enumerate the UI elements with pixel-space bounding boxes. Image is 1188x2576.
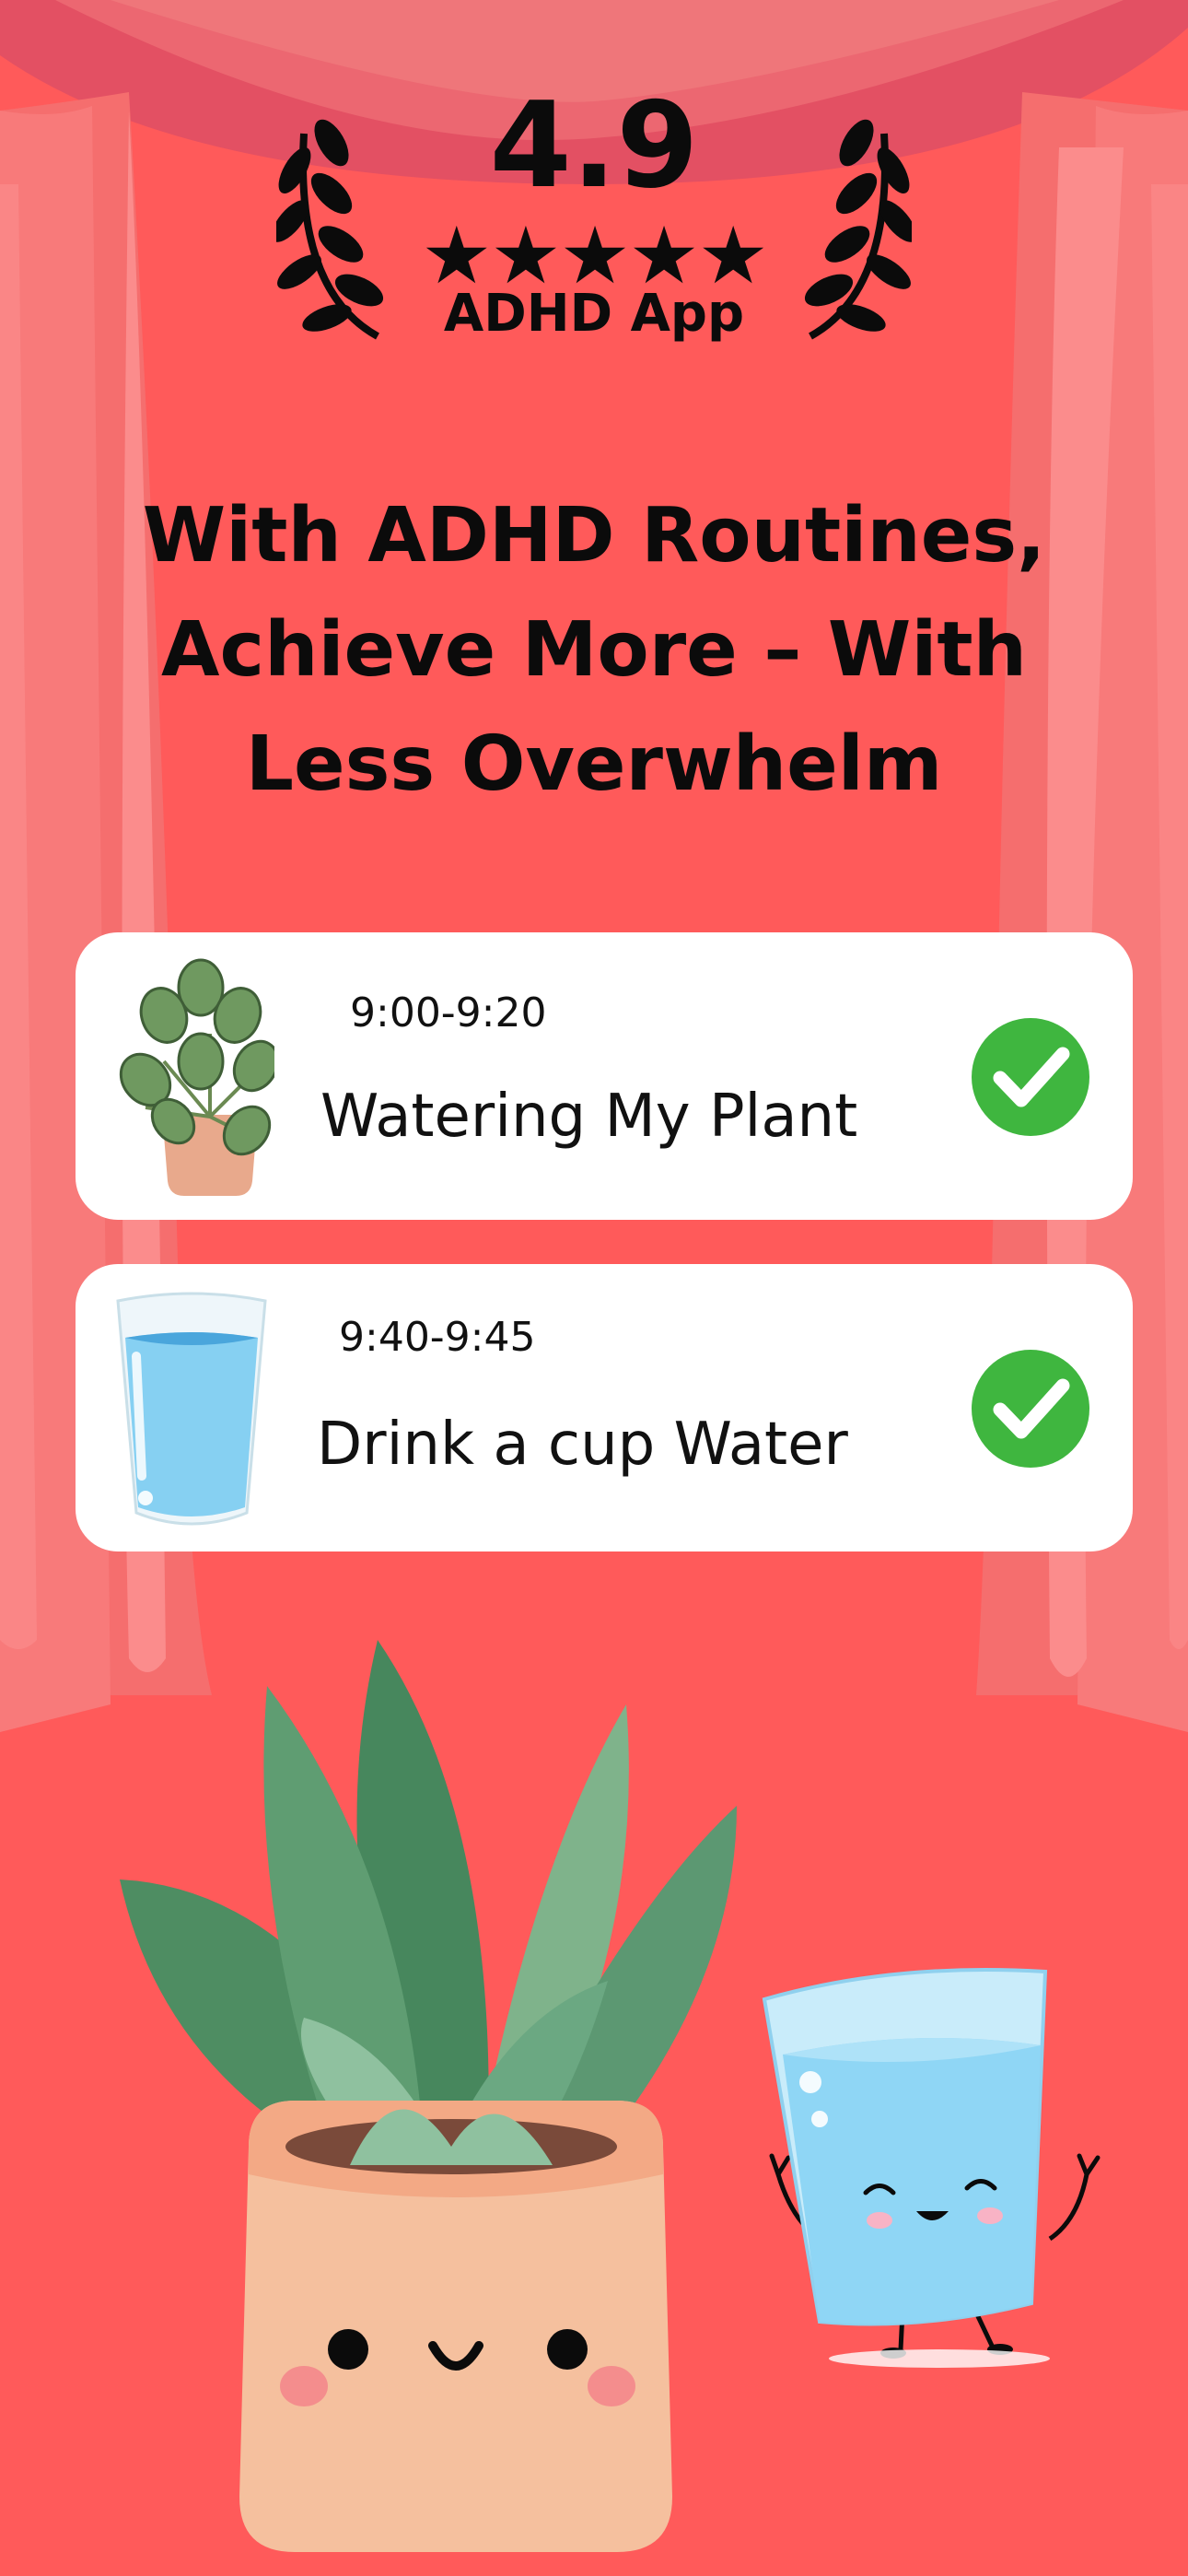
succulent-pot-illustration (120, 1640, 737, 2552)
laurel-right-icon (804, 119, 912, 340)
dancing-water-glass-illustration (762, 1968, 1101, 2368)
task-time: 9:00-9:20 (350, 989, 547, 1036)
water-glass-icon (116, 1292, 267, 1526)
headline: With ADHD Routines, Achieve More – With … (83, 479, 1105, 822)
headline-line-3: Less Overwhelm (245, 720, 943, 808)
plant-icon (119, 958, 274, 1196)
task-card[interactable]: 9:40-9:45 Drink a cup Water (76, 1264, 1133, 1551)
task-title: Watering My Plant (320, 1083, 858, 1151)
task-time: 9:40-9:45 (339, 1314, 536, 1361)
task-card[interactable]: 9:00-9:20 Watering My Plant (76, 932, 1133, 1220)
check-circle-icon[interactable] (971, 1349, 1090, 1469)
task-title: Drink a cup Water (317, 1411, 848, 1479)
check-circle-icon[interactable] (971, 1017, 1090, 1137)
headline-line-1: With ADHD Routines, (142, 492, 1046, 580)
rating-badge: 4.9 ★★★★★ ADHD App (276, 88, 912, 364)
headline-line-2: Achieve More – With (161, 606, 1027, 694)
